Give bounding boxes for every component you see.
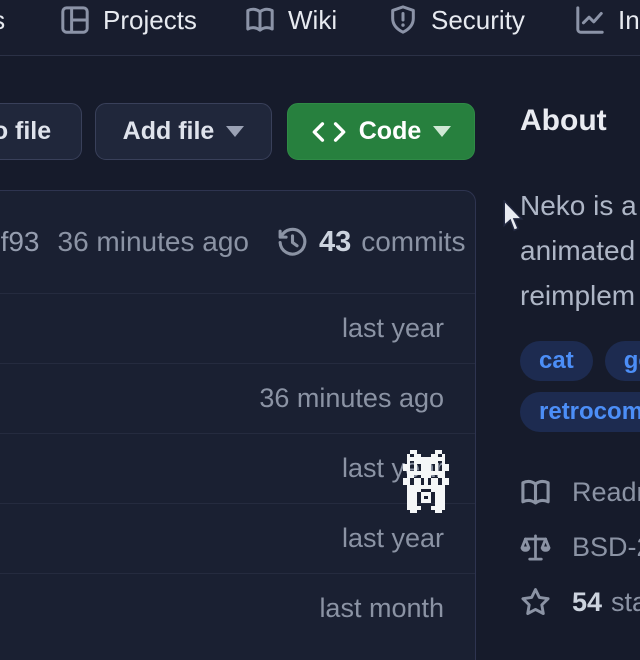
file-row-time: last year bbox=[342, 313, 444, 344]
file-row-time: 36 minutes ago bbox=[259, 383, 444, 414]
license-label: BSD-2-Clause license bbox=[572, 532, 640, 563]
tab-label: Insights bbox=[618, 5, 640, 36]
chevron-down-icon bbox=[433, 126, 451, 137]
file-row[interactable]: last year bbox=[0, 293, 475, 363]
topic-tag-retrocomputing[interactable]: retrocomputing bbox=[520, 392, 640, 432]
add-file-label: Add file bbox=[123, 117, 215, 146]
about-description-line: reimplem bbox=[520, 273, 640, 318]
tab-security[interactable]: Security bbox=[388, 0, 525, 40]
latest-commit-bar: 0f93 36 minutes ago 43 commits bbox=[0, 191, 475, 293]
tab-label: Projects bbox=[103, 5, 197, 36]
stars-count: 54 bbox=[572, 587, 602, 617]
repo-meta-list: Readme BSD-2-Clause license 54 stars bbox=[520, 476, 640, 641]
tab-label: Security bbox=[431, 5, 525, 36]
commit-time: 36 minutes ago bbox=[58, 226, 249, 258]
graph-icon bbox=[575, 5, 605, 35]
shield-exclamation-icon bbox=[388, 5, 418, 35]
file-row[interactable]: last year bbox=[0, 503, 475, 573]
readme-label: Readme bbox=[572, 477, 640, 508]
law-scales-icon bbox=[520, 532, 551, 563]
tab-insights[interactable]: Insights bbox=[575, 0, 640, 40]
code-label: Code bbox=[359, 117, 422, 146]
tab-projects[interactable]: Projects bbox=[60, 0, 197, 40]
book-icon bbox=[245, 5, 275, 35]
commit-count: 43 bbox=[319, 226, 351, 259]
file-row[interactable]: 36 minutes ago bbox=[0, 363, 475, 433]
chevron-down-icon bbox=[226, 126, 244, 137]
about-description-line: animated bbox=[520, 228, 640, 273]
repo-tab-bar: Issues Projects Wiki Security Insights bbox=[0, 0, 640, 56]
code-icon bbox=[311, 119, 347, 145]
go-to-file-button[interactable]: Go to file bbox=[0, 103, 82, 160]
commits-label: commits bbox=[361, 226, 465, 258]
add-file-button[interactable]: Add file bbox=[95, 103, 272, 160]
about-description: Neko is a animated reimplem bbox=[520, 183, 640, 318]
stars-link[interactable]: 54 stars bbox=[520, 586, 640, 618]
tab-issues[interactable]: Issues bbox=[0, 0, 5, 40]
readme-book-icon bbox=[520, 477, 551, 508]
file-row-time: last year bbox=[342, 523, 444, 554]
code-button[interactable]: Code bbox=[287, 103, 475, 160]
tab-wiki[interactable]: Wiki bbox=[245, 0, 337, 40]
about-title: About bbox=[520, 104, 607, 138]
tab-label: Issues bbox=[0, 5, 5, 36]
tab-label: Wiki bbox=[288, 5, 337, 36]
file-list-panel: 0f93 36 minutes ago 43 commits last year… bbox=[0, 190, 476, 660]
commit-history-link[interactable]: 43 commits bbox=[276, 226, 466, 259]
stars-label: stars bbox=[611, 587, 640, 617]
go-to-file-label: Go to file bbox=[0, 117, 51, 146]
license-link[interactable]: BSD-2-Clause license bbox=[520, 531, 640, 563]
topic-tag-golang[interactable]: golang bbox=[605, 341, 640, 381]
file-row[interactable]: last month bbox=[0, 573, 475, 643]
readme-link[interactable]: Readme bbox=[520, 476, 640, 508]
commit-hash-link[interactable]: 0f93 bbox=[0, 226, 40, 258]
star-icon bbox=[520, 587, 551, 618]
about-description-line: Neko is a bbox=[520, 183, 640, 228]
topic-tags: cat golang retrocomputing bbox=[520, 341, 640, 432]
neko-cat-sprite bbox=[403, 450, 449, 513]
file-row-time: last month bbox=[319, 593, 444, 624]
topic-tag-cat[interactable]: cat bbox=[520, 341, 593, 381]
history-icon bbox=[276, 226, 309, 259]
table-icon bbox=[60, 5, 90, 35]
